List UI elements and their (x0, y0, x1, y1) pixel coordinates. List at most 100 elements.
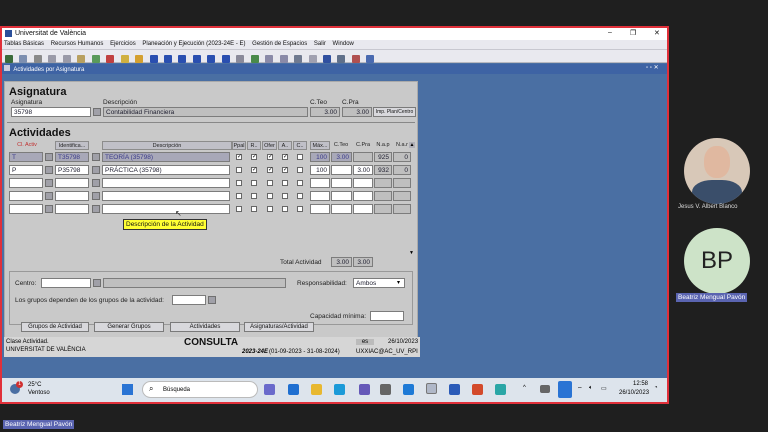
exit-icon[interactable] (5, 55, 13, 63)
powerpoint-icon[interactable] (472, 384, 483, 395)
edge-icon[interactable] (334, 384, 345, 395)
chevron-down-icon[interactable]: ▾ (397, 278, 400, 288)
row2-a-checkbox[interactable]: ✓ (282, 167, 288, 173)
row3-a-checkbox[interactable] (282, 180, 288, 186)
menu-window[interactable]: Window (333, 41, 354, 47)
row5-identificador[interactable] (55, 204, 89, 214)
menu-tablas-basicas[interactable]: Tablas Básicas (4, 41, 44, 47)
row3-cl-lov[interactable] (45, 179, 53, 187)
close-button[interactable]: ✕ (654, 29, 660, 37)
grupos-actividad-button[interactable]: Grupos de Actividad (21, 322, 89, 332)
minimize-button[interactable]: – (608, 29, 612, 36)
menu-gestion-espacios[interactable]: Gestión de Espacios (252, 41, 307, 47)
document-icon[interactable] (337, 55, 346, 63)
chat-icon[interactable] (264, 384, 275, 395)
keyboard-icon[interactable] (540, 385, 550, 393)
row4-cl-lov[interactable] (45, 192, 53, 200)
taskbar-search-box[interactable]: ⌕ Búsqueda (142, 381, 258, 398)
row5-cl-activ-visible[interactable] (9, 204, 43, 214)
row2-identificador[interactable]: P35798 (55, 165, 89, 175)
row1-max[interactable]: 100 (310, 152, 330, 162)
row5-id-lov[interactable] (92, 205, 100, 213)
row2-ofer-checkbox[interactable]: ✓ (267, 167, 273, 173)
centro-code-field[interactable] (41, 278, 91, 288)
row1-id-lov[interactable] (92, 153, 100, 161)
row5-a-checkbox[interactable] (282, 206, 288, 212)
teams-icon[interactable] (359, 384, 370, 395)
participant-tile-2[interactable]: BP Beatriz Mengual Pavón (674, 224, 766, 306)
row1-identificador[interactable]: T35798 (55, 152, 89, 162)
outlook-icon[interactable] (288, 384, 299, 395)
microphone-icon[interactable] (558, 381, 572, 398)
row2-ppal-checkbox[interactable] (236, 167, 242, 173)
row3-cpra[interactable] (353, 178, 373, 188)
chevron-up-icon[interactable]: ^ (523, 385, 526, 391)
row3-ofer-checkbox[interactable] (267, 180, 273, 186)
help-question-icon[interactable] (322, 55, 331, 63)
row2-cpra[interactable]: 3.00 (353, 165, 373, 175)
row2-cl-lov[interactable] (45, 166, 53, 174)
row1-cteo[interactable]: 3.00 (331, 152, 352, 162)
insert-record-icon[interactable] (91, 55, 100, 63)
row5-c-checkbox[interactable] (297, 206, 303, 212)
paste-icon[interactable] (77, 55, 86, 63)
execute-query-icon[interactable] (279, 55, 288, 63)
row4-cpra[interactable] (353, 191, 373, 201)
scroll-up-arrow[interactable]: ▲ (409, 142, 415, 148)
menu-salir[interactable]: Salir (314, 41, 326, 47)
next-block-icon[interactable] (207, 55, 216, 63)
delete-record-icon[interactable] (106, 55, 115, 63)
row3-max[interactable] (310, 178, 330, 188)
capacidad-minima-field[interactable] (370, 311, 404, 321)
row3-identificador[interactable] (55, 178, 89, 188)
print-icon[interactable] (33, 55, 42, 63)
row4-ofer-checkbox[interactable] (267, 193, 273, 199)
settings-icon[interactable] (380, 384, 391, 395)
row4-a-checkbox[interactable] (282, 193, 288, 199)
row3-c-checkbox[interactable] (297, 180, 303, 186)
row1-c-checkbox[interactable] (297, 154, 303, 160)
row4-r-checkbox[interactable] (251, 193, 257, 199)
notifications-icon[interactable]: ◔ (654, 385, 658, 391)
start-icon[interactable] (122, 384, 133, 395)
row1-a-checkbox[interactable]: ✓ (282, 154, 288, 160)
subwindow-controls[interactable]: ▫ ▫ ✕ (646, 64, 659, 73)
row3-descripcion[interactable] (102, 178, 230, 188)
participant-tile-1[interactable]: Jesus V. Albert Blanco (674, 134, 764, 214)
save-icon[interactable] (19, 55, 28, 63)
row4-c-checkbox[interactable] (297, 193, 303, 199)
clock-date[interactable]: 26/10/2023 (619, 390, 649, 396)
row1-descripcion[interactable]: TEORÍA (35798) (102, 152, 230, 162)
user-icon[interactable] (351, 55, 360, 63)
remote-desktop-icon[interactable] (403, 384, 414, 395)
row3-r-checkbox[interactable] (251, 180, 257, 186)
row5-max[interactable] (310, 204, 330, 214)
row3-ppal-checkbox[interactable] (236, 180, 242, 186)
previous-record-icon[interactable] (178, 55, 187, 63)
row4-cl-activ[interactable] (9, 191, 43, 201)
help-icon[interactable] (250, 55, 259, 63)
row4-ppal-checkbox[interactable] (236, 193, 242, 199)
battery-icon[interactable]: ▭ (601, 385, 607, 392)
table-scroll-down[interactable]: ▼ (409, 250, 415, 256)
row4-max[interactable] (310, 191, 330, 201)
row4-cteo[interactable] (331, 191, 352, 201)
grupos-dependen-field[interactable] (172, 295, 206, 305)
actividades-button[interactable]: Actividades (170, 322, 240, 332)
row3-cl-activ[interactable] (9, 178, 43, 188)
menu-recursos-humanos[interactable]: Recursos Humanos (51, 41, 104, 47)
row5-cl-lov[interactable] (45, 205, 53, 213)
row1-ofer-checkbox[interactable]: ✓ (267, 154, 273, 160)
row3-cteo[interactable] (331, 178, 352, 188)
first-record-icon[interactable] (149, 55, 158, 63)
file-explorer-icon[interactable] (311, 384, 322, 395)
wifi-icon[interactable]: ⌔ (577, 385, 583, 393)
row2-id-lov[interactable] (92, 166, 100, 174)
row2-r-checkbox[interactable]: ✓ (251, 167, 257, 173)
row1-cpra[interactable] (353, 152, 373, 162)
notes-icon[interactable] (495, 384, 506, 395)
maximize-button[interactable]: ❐ (630, 29, 636, 37)
oracle-forms-icon[interactable] (426, 383, 437, 394)
list-icon[interactable] (294, 55, 303, 63)
generar-grupos-button[interactable]: Generar Grupos (94, 322, 164, 332)
